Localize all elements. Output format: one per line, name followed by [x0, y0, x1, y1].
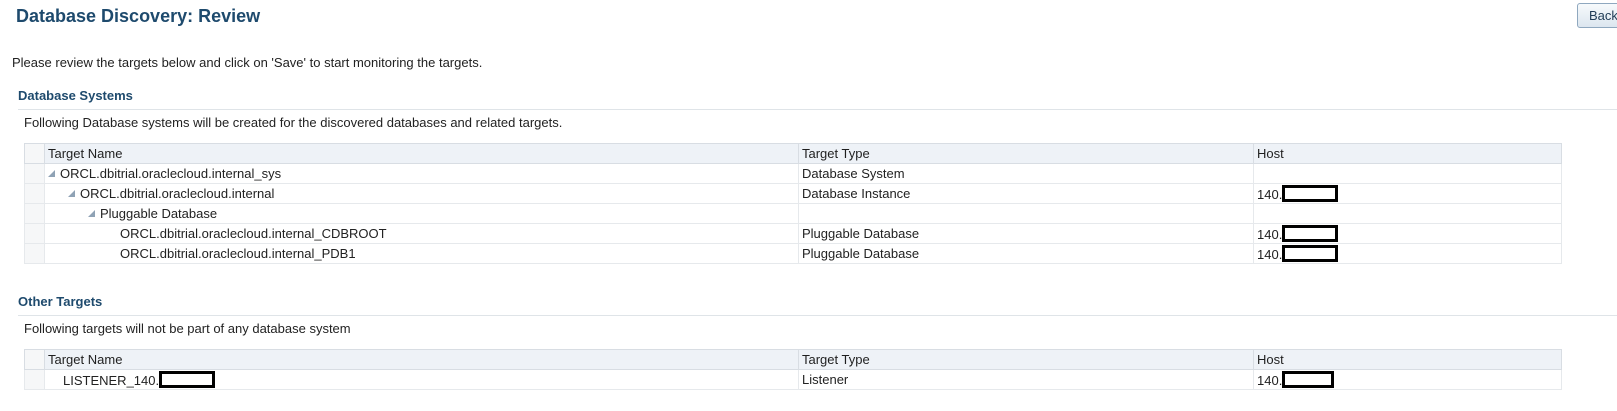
redaction-box	[159, 371, 216, 388]
redaction-box	[1282, 225, 1339, 242]
row-selector-header	[24, 143, 45, 164]
target-type-cell: Database System	[798, 163, 1254, 184]
database-systems-title: Database Systems	[18, 88, 133, 103]
expanded-disclosure-icon[interactable]	[48, 170, 55, 177]
other-targets-header: Other Targets	[18, 294, 1617, 316]
target-type-cell	[798, 203, 1254, 224]
target-name: ORCL.dbitrial.oraclecloud.internal	[80, 186, 275, 201]
target-type-cell: Pluggable Database	[798, 243, 1254, 264]
host-cell	[1253, 203, 1562, 224]
target-type-cell: Listener	[798, 369, 1254, 390]
other-targets-table: Target Name Target Type Host LISTENER_14…	[24, 349, 1562, 390]
host-cell	[1253, 163, 1562, 184]
redaction-box	[1282, 185, 1339, 202]
target-type-cell: Pluggable Database	[798, 223, 1254, 244]
host-cell: 140.	[1253, 183, 1562, 204]
row-selector[interactable]	[24, 183, 45, 204]
table-row[interactable]: ORCL.dbitrial.oraclecloud.internal Datab…	[24, 183, 1562, 204]
expanded-disclosure-icon[interactable]	[88, 210, 95, 217]
table-row[interactable]: Pluggable Database	[24, 203, 1562, 224]
column-header-host[interactable]: Host	[1253, 349, 1562, 370]
target-name-cell: Pluggable Database	[44, 203, 799, 224]
host-cell: 140.	[1253, 243, 1562, 264]
row-selector[interactable]	[24, 369, 45, 390]
target-name-cell: ORCL.dbitrial.oraclecloud.internal_CDBRO…	[44, 223, 799, 244]
column-header-target-name[interactable]: Target Name	[44, 143, 799, 164]
page-title: Database Discovery: Review	[16, 6, 261, 26]
database-systems-header: Database Systems	[18, 88, 1617, 110]
other-targets-title: Other Targets	[18, 294, 103, 309]
host-value: 140.	[1257, 227, 1283, 242]
host-cell: 140.	[1253, 369, 1562, 390]
row-selector[interactable]	[24, 203, 45, 224]
target-name: Pluggable Database	[100, 206, 218, 221]
table-row[interactable]: ORCL.dbitrial.oraclecloud.internal_sys D…	[24, 163, 1562, 184]
target-name-cell: ORCL.dbitrial.oraclecloud.internal	[44, 183, 799, 204]
column-header-host[interactable]: Host	[1253, 143, 1562, 164]
host-cell: 140.	[1253, 223, 1562, 244]
other-targets-description: Following targets will not be part of an…	[24, 321, 351, 336]
target-name-cell: ORCL.dbitrial.oraclecloud.internal_sys	[44, 163, 799, 184]
row-selector[interactable]	[24, 163, 45, 184]
row-selector[interactable]	[24, 223, 45, 244]
row-selector-header	[24, 349, 45, 370]
target-type-cell: Database Instance	[798, 183, 1254, 204]
table-row[interactable]: LISTENER_140. Listener 140.	[24, 369, 1562, 390]
expanded-disclosure-icon[interactable]	[68, 190, 75, 197]
intro-text: Please review the targets below and clic…	[12, 55, 483, 70]
column-header-target-type[interactable]: Target Type	[798, 143, 1254, 164]
column-header-target-name[interactable]: Target Name	[44, 349, 799, 370]
host-value: 140.	[1257, 187, 1283, 202]
target-name-cell: LISTENER_140.	[44, 369, 799, 390]
table-row[interactable]: ORCL.dbitrial.oraclecloud.internal_CDBRO…	[24, 223, 1562, 244]
target-name-cell: ORCL.dbitrial.oraclecloud.internal_PDB1	[44, 243, 799, 264]
host-value: 140.	[1257, 247, 1283, 262]
column-header-target-type[interactable]: Target Type	[798, 349, 1254, 370]
database-systems-description: Following Database systems will be creat…	[24, 115, 563, 130]
target-name: ORCL.dbitrial.oraclecloud.internal_sys	[60, 166, 282, 181]
target-name: LISTENER_140.	[63, 373, 160, 388]
host-value: 140.	[1257, 373, 1283, 388]
database-systems-table: Target Name Target Type Host ORCL.dbitri…	[24, 143, 1562, 264]
redaction-box	[1282, 371, 1335, 388]
back-button[interactable]: Back	[1577, 3, 1617, 28]
table-header-row: Target Name Target Type Host	[24, 349, 1562, 370]
table-row[interactable]: ORCL.dbitrial.oraclecloud.internal_PDB1 …	[24, 243, 1562, 264]
row-selector[interactable]	[24, 243, 45, 264]
redaction-box	[1282, 245, 1339, 262]
table-header-row: Target Name Target Type Host	[24, 143, 1562, 164]
